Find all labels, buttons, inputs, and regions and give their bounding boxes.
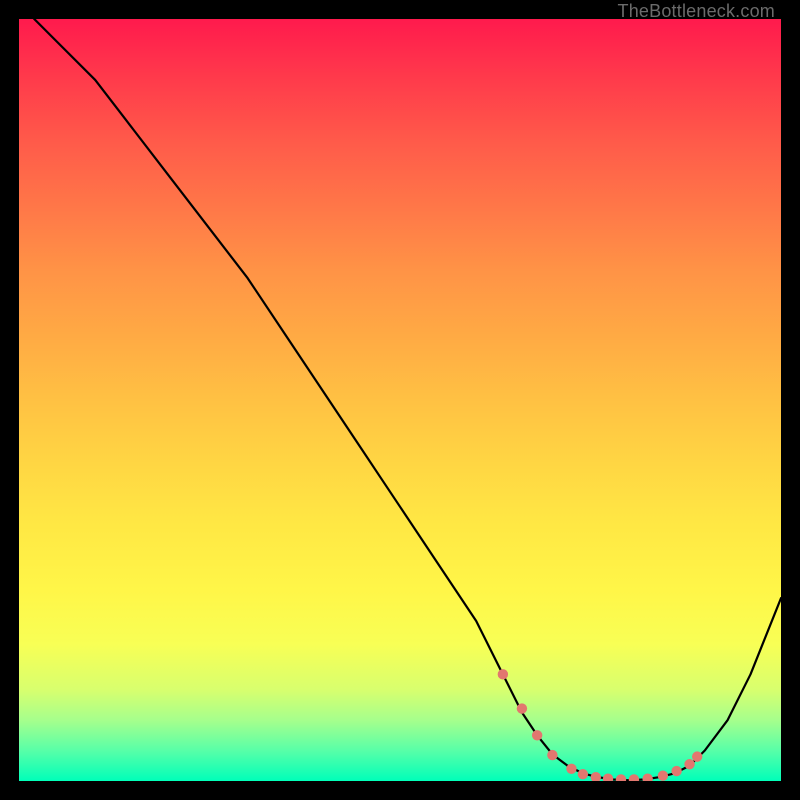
highlight-dot — [642, 774, 652, 781]
chart-frame: TheBottleneck.com — [19, 19, 781, 781]
highlight-dot — [591, 772, 601, 781]
highlight-dot — [658, 770, 668, 780]
highlight-dots — [498, 669, 703, 781]
highlight-dot — [684, 759, 694, 769]
highlight-dot — [671, 766, 681, 776]
highlight-dot — [498, 669, 508, 679]
highlight-dot — [616, 774, 626, 781]
highlight-dot — [578, 769, 588, 779]
curve-layer — [19, 19, 781, 781]
highlight-dot — [566, 764, 576, 774]
highlight-dot — [547, 750, 557, 760]
plot-area — [19, 19, 781, 781]
highlight-dot — [517, 703, 527, 713]
highlight-dot — [629, 774, 639, 781]
highlight-dot — [532, 730, 542, 740]
highlight-dot — [692, 751, 702, 761]
bottleneck-curve — [34, 19, 781, 780]
highlight-dot — [603, 774, 613, 781]
